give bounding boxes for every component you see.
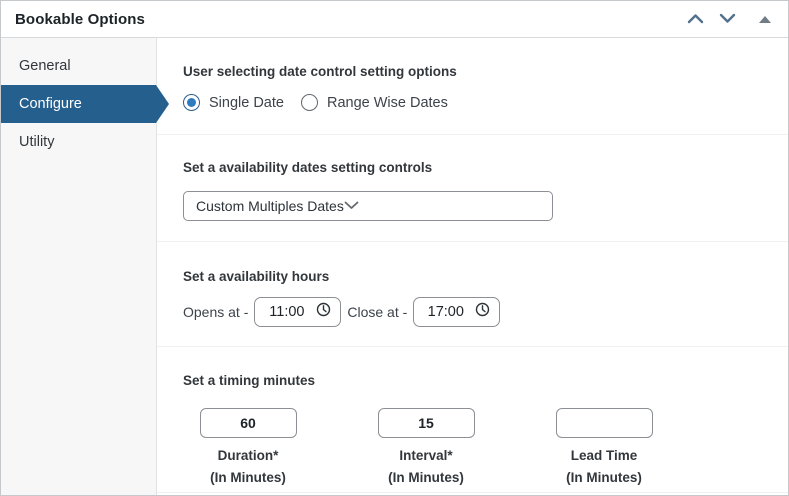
active-tab-pointer: [156, 85, 169, 123]
metabox-title: Bookable Options: [15, 10, 145, 28]
lead-time-input[interactable]: [555, 408, 653, 438]
opens-at-time-field[interactable]: [254, 297, 342, 327]
lead-time-field-unit: (In Minutes): [566, 470, 642, 485]
tab-utility-label: Utility: [19, 134, 55, 150]
duration-field-unit: (In Minutes): [210, 470, 286, 485]
tab-content-configure: User selecting date control setting opti…: [157, 38, 788, 495]
interval-input[interactable]: [377, 408, 475, 438]
metabox-header[interactable]: Bookable Options: [1, 1, 788, 38]
tab-configure[interactable]: Configure: [1, 85, 169, 123]
settings-tabs-sidebar: General Configure Utility: [1, 38, 169, 495]
clock-icon[interactable]: [316, 302, 331, 322]
date-control-label: User selecting date control setting opti…: [183, 64, 457, 79]
availability-dates-select[interactable]: Custom Multiples Dates: [183, 191, 553, 221]
bookable-options-metabox: Bookable Options General Configure Utili…: [0, 0, 789, 496]
interval-field-group: Interval* (In Minutes): [366, 408, 486, 485]
availability-dates-label: Set a availability dates setting control…: [183, 160, 433, 175]
timing-minutes-label: Set a timing minutes: [183, 373, 316, 388]
duration-input[interactable]: [199, 408, 297, 438]
interval-field-name: Interval*: [399, 448, 453, 463]
toggle-panel-button[interactable]: [754, 8, 776, 30]
date-control-radio-group: Single Date Range Wise Dates: [183, 94, 788, 111]
radio-single-date[interactable]: Single Date: [183, 94, 284, 111]
metabox-actions: [684, 8, 776, 30]
radio-range-wise-dates-label: Range Wise Dates: [326, 94, 448, 111]
availability-hours-label: Set a availability hours: [183, 269, 330, 284]
close-at-time-field[interactable]: [413, 297, 501, 327]
availability-hours-row: Opens at - Close at -: [183, 297, 788, 327]
radio-checked-icon: [183, 94, 200, 111]
lead-time-field-name: Lead Time: [570, 448, 638, 463]
move-down-button[interactable]: [716, 8, 738, 30]
section-date-control: User selecting date control setting opti…: [157, 38, 788, 135]
tab-general[interactable]: General: [1, 47, 156, 85]
triangle-up-icon: [759, 15, 771, 23]
close-at-label: Close at -: [347, 304, 408, 320]
select-selected-value: Custom Multiples Dates: [196, 198, 344, 214]
tab-general-label: General: [19, 58, 71, 74]
radio-unchecked-icon: [300, 94, 318, 111]
chevron-down-icon: [344, 197, 359, 215]
section-availability-dates: Set a availability dates setting control…: [157, 135, 788, 242]
close-at-time-input[interactable]: [423, 304, 468, 320]
chevron-up-icon: [687, 12, 704, 27]
move-up-button[interactable]: [684, 8, 706, 30]
tab-utility[interactable]: Utility: [1, 123, 156, 161]
lead-time-field-group: Lead Time (In Minutes): [544, 408, 664, 485]
clock-icon[interactable]: [475, 302, 490, 322]
chevron-down-icon: [719, 12, 736, 27]
opens-at-time-input[interactable]: [264, 304, 309, 320]
section-availability-hours: Set a availability hours Opens at - Clos…: [157, 242, 788, 347]
duration-field-name: Duration*: [217, 448, 279, 463]
interval-field-unit: (In Minutes): [388, 470, 464, 485]
tab-configure-label: Configure: [19, 96, 82, 112]
opens-at-label: Opens at -: [183, 304, 249, 320]
radio-range-wise-dates[interactable]: Range Wise Dates: [300, 94, 448, 111]
duration-field-group: Duration* (In Minutes): [188, 408, 308, 485]
radio-single-date-label: Single Date: [209, 94, 284, 111]
section-timing-minutes: Set a timing minutes Duration* (In Minut…: [157, 347, 788, 493]
